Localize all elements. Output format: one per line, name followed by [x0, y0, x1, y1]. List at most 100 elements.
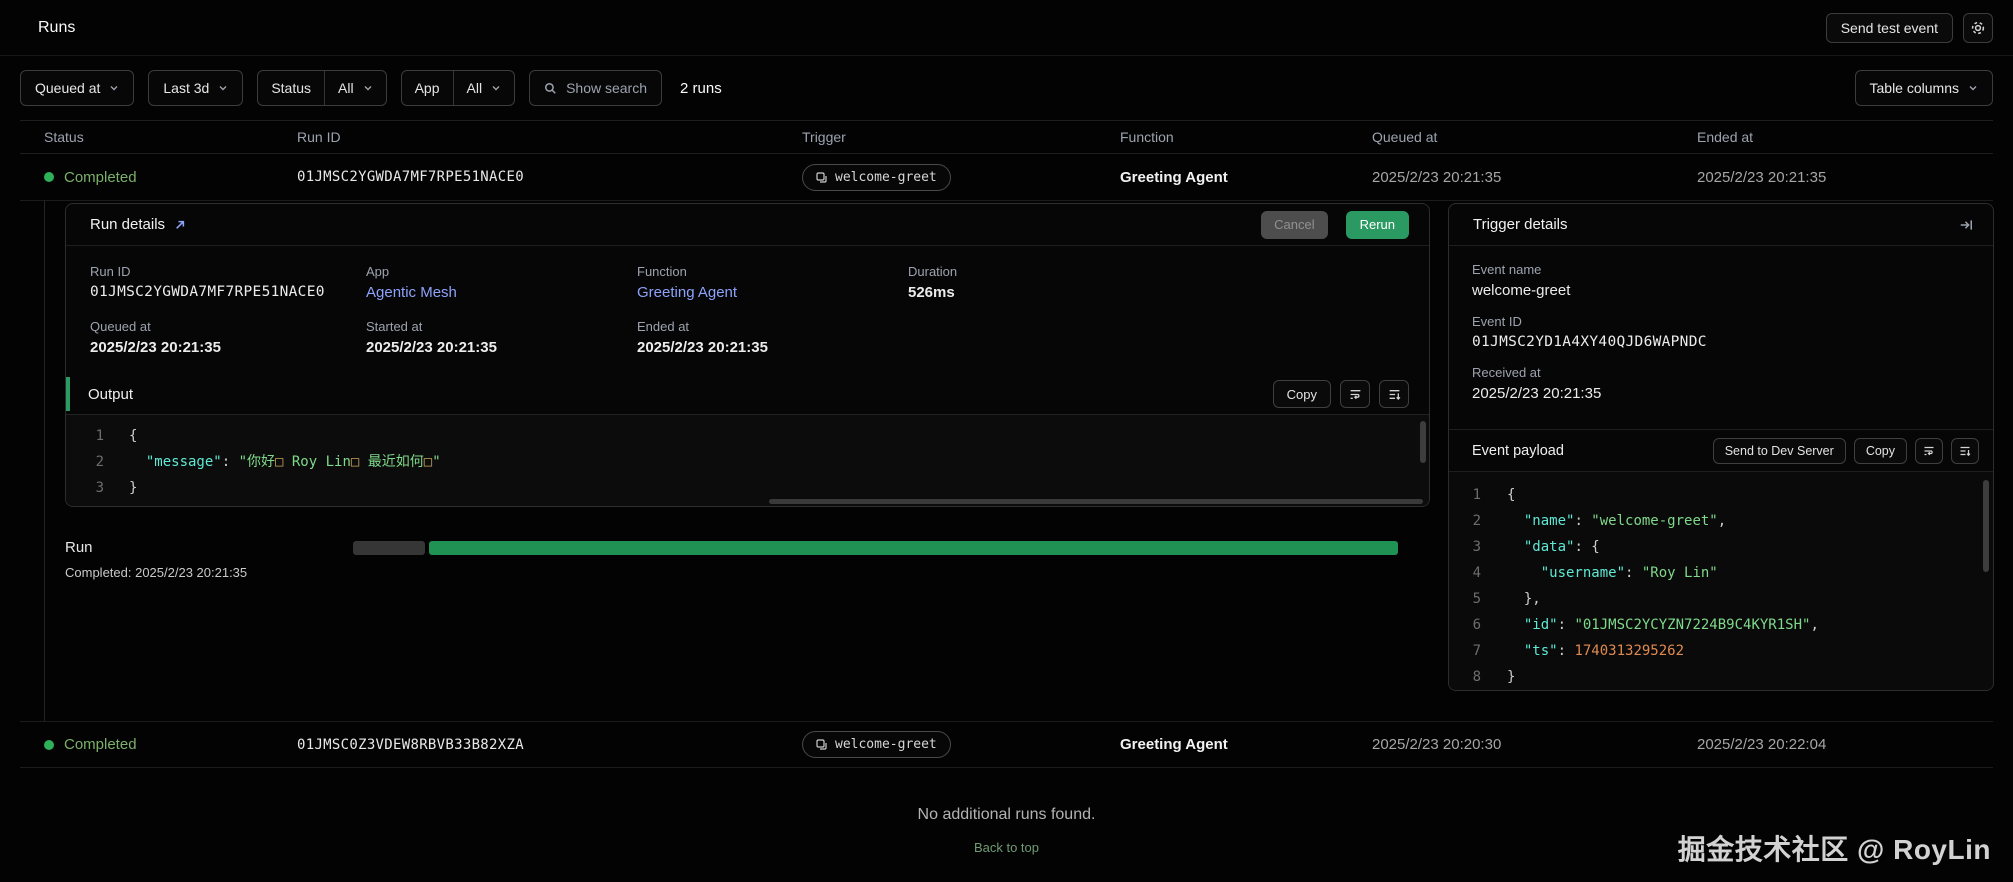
event-payload-header: Event payload Send to Dev Server Copy — [1449, 429, 1993, 471]
trigger-name: welcome-greet — [835, 737, 937, 752]
timeline-run-label: Run — [65, 539, 93, 556]
column-header-queued-at: Queued at — [1372, 129, 1438, 145]
trigger-fields: Event name welcome-greet Event ID 01JMSC… — [1449, 246, 1993, 429]
trigger-name: welcome-greet — [835, 169, 937, 185]
field-event-id: Event ID 01JMSC2YD1A4XY40QJD6WAPNDC — [1472, 314, 1707, 350]
send-test-event-button[interactable]: Send test event — [1825, 12, 1953, 43]
column-header-run-id: Run ID — [297, 129, 341, 145]
field-event-name: Event name welcome-greet — [1472, 262, 1571, 299]
no-additional-runs-text: No additional runs found. — [917, 806, 1096, 823]
ended-at-cell: 2025/2/23 20:21:35 — [1697, 168, 1827, 186]
vertical-scrollbar[interactable] — [1420, 421, 1426, 463]
chevron-down-icon — [363, 83, 373, 93]
page-title: Runs — [38, 18, 76, 36]
cancel-button[interactable]: Cancel — [1261, 210, 1328, 239]
function-cell: Greeting Agent — [1120, 168, 1228, 186]
status-dot-icon — [44, 739, 54, 750]
horizontal-scrollbar[interactable] — [768, 499, 1423, 504]
send-to-dev-server-button[interactable]: Send to Dev Server — [1712, 437, 1846, 464]
column-header-status: Status — [44, 129, 84, 145]
function-cell: Greeting Agent — [1120, 736, 1228, 753]
status-label: Completed — [64, 736, 137, 753]
ended-at-cell: 2025/2/23 20:22:04 — [1697, 736, 1827, 753]
copy-output-button[interactable]: Copy — [1272, 380, 1331, 408]
status-filter[interactable]: Status All — [257, 70, 387, 106]
field-received-at: Received at 2025/2/23 20:21:35 — [1472, 365, 1602, 402]
trigger-badge[interactable]: welcome-greet — [802, 163, 951, 191]
timeline-completed-text: Completed: 2025/2/23 20:21:35 — [65, 565, 248, 580]
expand-lines-button[interactable] — [1951, 437, 1979, 464]
timeline-queued-segment — [353, 540, 425, 555]
gear-icon — [1970, 20, 1986, 36]
expand-lines-icon — [1959, 445, 1971, 457]
trigger-details-panel: Trigger details Event name welcome-greet… — [1448, 203, 1994, 691]
run-status: Completed — [44, 169, 297, 186]
field-app: App Agentic Mesh — [366, 264, 637, 301]
run-id-cell: 01JMSC2YGWDA7MF7RPE51NACE0 — [297, 169, 524, 185]
trigger-badge[interactable]: welcome-greet — [802, 731, 951, 758]
collapse-panel-icon[interactable] — [1959, 218, 1973, 232]
search-icon — [544, 82, 557, 95]
app-link[interactable]: Agentic Mesh — [366, 284, 637, 301]
column-header-function: Function — [1120, 129, 1174, 145]
queued-at-cell: 2025/2/23 20:20:30 — [1372, 736, 1502, 753]
chevron-down-icon — [109, 83, 119, 93]
vertical-scrollbar[interactable] — [1983, 480, 1989, 572]
runs-table: Status Run ID Trigger Function Queued at… — [20, 120, 1993, 201]
event-payload-label: Event payload — [1472, 442, 1564, 459]
rerun-button[interactable]: Rerun — [1345, 210, 1409, 239]
table-row[interactable]: Completed 01JMSC0Z3VDEW8RBVB33B82XZA wel… — [20, 721, 1993, 768]
event-icon — [816, 739, 827, 750]
field-run-id: Run ID 01JMSC2YGWDA7MF7RPE51NACE0 — [90, 264, 325, 300]
chevron-down-icon — [1968, 83, 1978, 93]
event-icon — [816, 171, 827, 183]
table-columns-button[interactable]: Table columns — [1854, 70, 1993, 106]
run-timeline: Run Completed: 2025/2/23 20:21:35 — [65, 539, 1430, 580]
topbar: Runs Send test event — [0, 0, 2013, 56]
function-link[interactable]: Greeting Agent — [637, 284, 908, 301]
queued-at-cell: 2025/2/23 20:21:35 — [1372, 168, 1502, 186]
queued-at-filter[interactable]: Queued at — [20, 70, 135, 106]
back-to-top-link[interactable]: Back to top — [974, 840, 1039, 855]
filter-bar: Queued at Last 3d Status All App All Sho… — [0, 56, 2013, 120]
wrap-text-button[interactable] — [1915, 437, 1943, 464]
expand-lines-button[interactable] — [1379, 380, 1409, 408]
copy-payload-button[interactable]: Copy — [1853, 437, 1907, 464]
wrap-text-button[interactable] — [1340, 380, 1370, 408]
output-label: Output — [88, 385, 134, 403]
status-label: Completed — [64, 168, 137, 186]
event-payload-code[interactable]: 1{2 "name": "welcome-greet", 3 "data": {4… — [1449, 471, 1993, 690]
settings-button[interactable] — [1963, 12, 1993, 43]
table-header: Status Run ID Trigger Function Queued at… — [20, 120, 1993, 154]
field-function: Function Greeting Agent — [637, 264, 908, 301]
run-status: Completed — [44, 736, 297, 753]
time-range-filter[interactable]: Last 3d — [148, 70, 244, 106]
field-ended-at: Ended at 2025/2/23 20:21:35 — [637, 319, 768, 356]
trigger-details-title: Trigger details — [1473, 216, 1568, 233]
field-queued-at: Queued at 2025/2/23 20:21:35 — [90, 319, 221, 356]
run-details-panel: Run details Cancel Rerun Run ID 01JMSC2Y… — [65, 203, 1430, 507]
watermark: 掘金技术社区 @ RoyLin — [1677, 834, 1991, 865]
timeline-bar[interactable] — [353, 540, 1398, 555]
run-details-fields: Run ID 01JMSC2YGWDA7MF7RPE51NACE0 App Ag… — [66, 246, 1429, 374]
field-duration: Duration 526ms — [908, 264, 958, 301]
expand-lines-icon — [1388, 388, 1401, 401]
runs-count: 2 runs — [680, 79, 722, 97]
chevron-down-icon — [491, 83, 501, 93]
run-details-title: Run details — [90, 216, 166, 233]
show-search-button[interactable]: Show search — [529, 70, 663, 106]
wrap-text-icon — [1349, 388, 1362, 401]
table-row[interactable]: Completed 01JMSC2YGWDA7MF7RPE51NACE0 wel… — [20, 154, 1993, 201]
run-details-header: Run details Cancel Rerun — [66, 204, 1429, 246]
column-header-trigger: Trigger — [802, 129, 846, 145]
output-header: Output Copy — [66, 374, 1429, 414]
external-link-icon[interactable] — [174, 219, 186, 231]
output-code[interactable]: 1{2 "message": "你好□ Roy Lin□ 最近如何□" 3} — [66, 414, 1429, 506]
status-dot-icon — [44, 172, 54, 182]
field-started-at: Started at 2025/2/23 20:21:35 — [366, 319, 497, 356]
chevron-down-icon — [218, 83, 228, 93]
wrap-text-icon — [1923, 445, 1935, 457]
expanded-run-detail: Run details Cancel Rerun Run ID 01JMSC2Y… — [44, 201, 1994, 721]
run-id-cell: 01JMSC0Z3VDEW8RBVB33B82XZA — [297, 736, 524, 753]
app-filter[interactable]: App All — [400, 70, 516, 106]
